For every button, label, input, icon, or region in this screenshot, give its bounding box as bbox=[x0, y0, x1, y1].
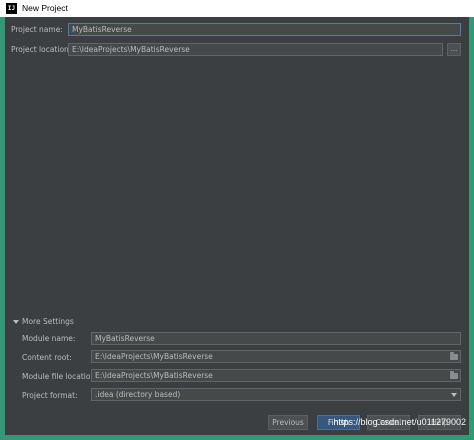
module-file-location-input[interactable]: E:\IdeaProjects\MyBatisReverse bbox=[91, 369, 461, 382]
module-file-location-label: Module file location: bbox=[22, 372, 98, 381]
project-format-select[interactable]: .idea (directory based) bbox=[91, 388, 461, 401]
module-name-label: Module name: bbox=[22, 334, 76, 343]
watermark-text: https://blog.csdn.net/u011279002 bbox=[333, 417, 466, 427]
content-root-input[interactable]: E:\IdeaProjects\MyBatisReverse bbox=[91, 350, 461, 363]
content-root-label: Content root: bbox=[22, 353, 72, 362]
project-location-input[interactable]: E:\IdeaProjects\MyBatisReverse bbox=[68, 43, 443, 56]
collapse-chevron-icon[interactable] bbox=[13, 320, 19, 324]
title-bar[interactable]: IJ New Project bbox=[0, 0, 474, 17]
previous-button[interactable]: Previous bbox=[268, 415, 308, 430]
more-settings-header[interactable]: More Settings bbox=[22, 316, 74, 328]
folder-icon[interactable] bbox=[450, 352, 458, 360]
project-name-label: Project name: bbox=[11, 25, 63, 34]
module-name-input[interactable]: MyBatisReverse bbox=[91, 332, 461, 345]
window-title: New Project bbox=[22, 3, 68, 13]
project-name-input[interactable]: MyBatisReverse bbox=[68, 23, 461, 36]
chevron-down-icon[interactable] bbox=[451, 393, 457, 397]
dialog-content: Project name: MyBatisReverse Project loc… bbox=[5, 17, 469, 435]
new-project-window: IJ New Project Project name: MyBatisReve… bbox=[0, 0, 474, 440]
project-format-label: Project format: bbox=[22, 391, 78, 400]
folder-icon[interactable] bbox=[450, 371, 458, 379]
intellij-icon: IJ bbox=[6, 3, 17, 14]
project-location-label: Project location: bbox=[11, 45, 72, 54]
browse-location-button[interactable]: ... bbox=[447, 43, 461, 56]
